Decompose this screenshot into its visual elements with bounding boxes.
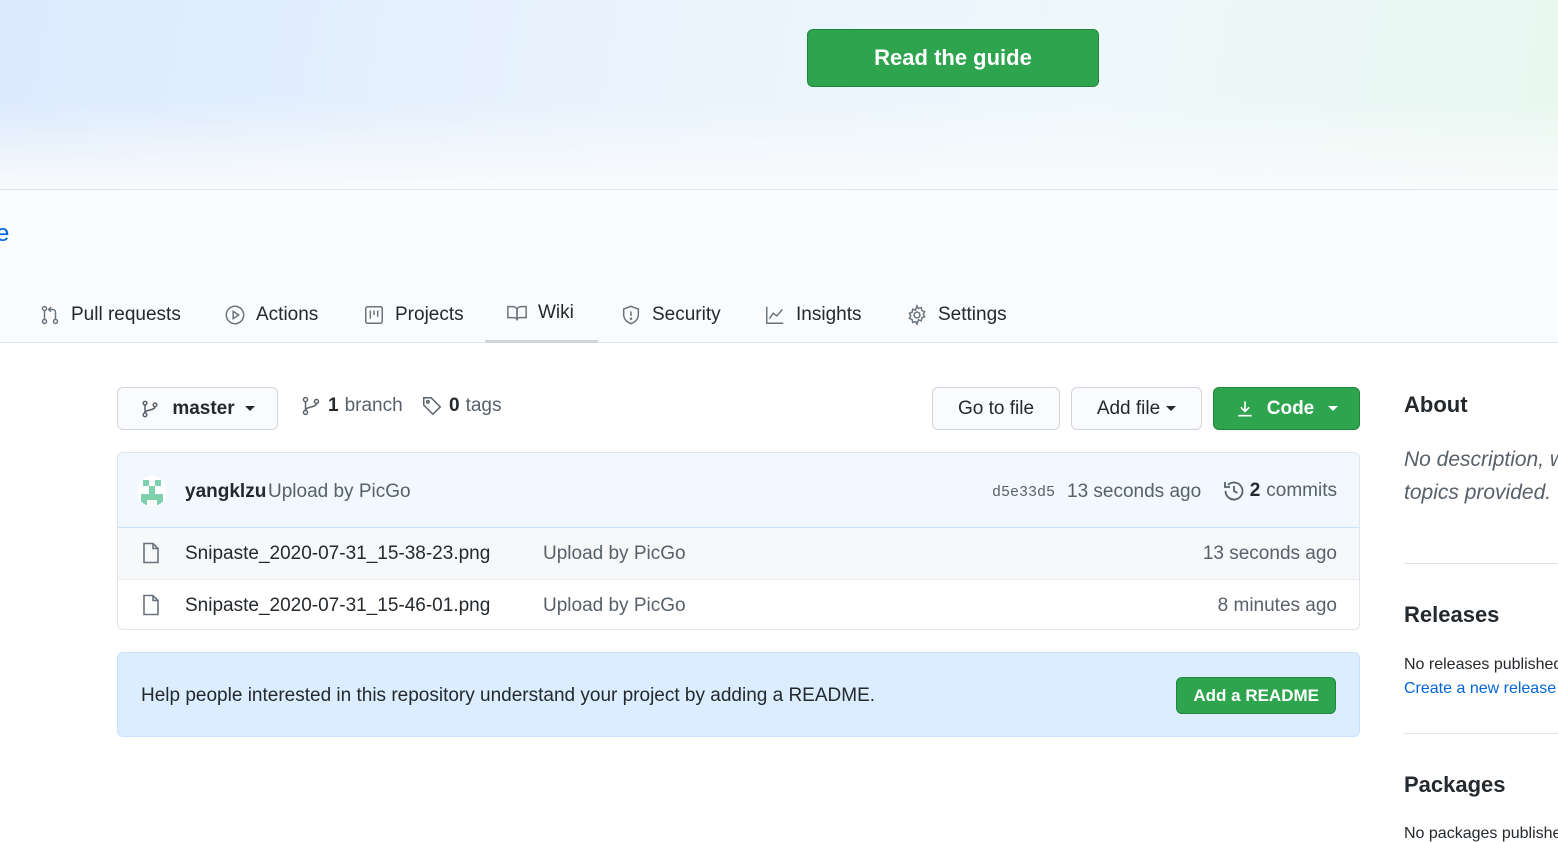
commit-time: 13 seconds ago bbox=[1067, 481, 1202, 502]
packages-empty-text: No packages published bbox=[1404, 825, 1558, 842]
file-commit-message-link[interactable]: Upload by PicGo bbox=[543, 543, 686, 565]
chevron-down-icon bbox=[1328, 406, 1339, 411]
git-branch-icon bbox=[302, 396, 320, 416]
gear-icon bbox=[908, 303, 926, 326]
divider bbox=[1404, 733, 1558, 734]
branches-link[interactable]: 1 branch bbox=[300, 395, 403, 417]
branch-name: master bbox=[172, 397, 235, 419]
table-row[interactable]: Snipaste_2020-07-31_15-46-01.png Upload … bbox=[118, 579, 1359, 629]
branch-label: branch bbox=[344, 395, 403, 416]
file-commit-time: 8 minutes ago bbox=[1217, 595, 1337, 616]
add-readme-button[interactable]: Add a README bbox=[1176, 677, 1336, 714]
branch-select-button[interactable]: master bbox=[117, 387, 278, 430]
tab-projects[interactable]: Projects bbox=[363, 286, 464, 343]
tab-security[interactable]: Security bbox=[620, 286, 721, 343]
download-icon bbox=[1238, 401, 1252, 416]
file-name-link[interactable]: Snipaste_2020-07-31_15-38-23.png bbox=[185, 543, 490, 565]
add-file-button[interactable]: Add file bbox=[1071, 387, 1202, 430]
chevron-down-icon bbox=[244, 406, 255, 411]
releases-empty-text: No releases published bbox=[1404, 656, 1558, 673]
graph-icon bbox=[766, 306, 784, 324]
tab-pull-requests[interactable]: Pull requests bbox=[39, 286, 181, 343]
readme-prompt-text: Help people interested in this repositor… bbox=[141, 685, 876, 706]
go-to-file-button[interactable]: Go to file bbox=[932, 387, 1060, 430]
tab-label: Insights bbox=[796, 303, 862, 325]
divider bbox=[1404, 563, 1558, 564]
shield-icon bbox=[622, 305, 640, 324]
tag-label: tags bbox=[465, 395, 502, 416]
latest-commit-row: yangklzu Upload by PicGo d5e33d5 13 seco… bbox=[118, 453, 1359, 528]
tab-actions[interactable]: Actions bbox=[224, 286, 318, 343]
about-description: No description, website, or topics provi… bbox=[1404, 448, 1558, 504]
branch-count: 1 bbox=[328, 395, 339, 416]
repo-sidebar: About No description, website, or topics… bbox=[1404, 0, 1558, 842]
about-heading: About bbox=[1404, 392, 1468, 417]
file-list: yangklzu Upload by PicGo d5e33d5 13 seco… bbox=[117, 452, 1360, 630]
commit-count: 2 bbox=[1249, 480, 1261, 501]
repo-header: e Pull requests Actions Projects Wiki Se… bbox=[0, 190, 1558, 343]
git-branch-icon bbox=[142, 400, 158, 417]
commit-label: commits bbox=[1266, 480, 1337, 501]
commit-sha-link[interactable]: d5e33d5 bbox=[992, 484, 1055, 501]
tab-wiki[interactable]: Wiki bbox=[485, 286, 598, 343]
avatar[interactable] bbox=[137, 476, 167, 506]
tag-count: 0 bbox=[449, 395, 460, 416]
project-icon bbox=[365, 305, 383, 324]
play-icon bbox=[225, 305, 245, 324]
history-icon bbox=[1223, 481, 1244, 501]
tab-label: Wiki bbox=[538, 302, 574, 323]
packages-heading[interactable]: Packages bbox=[1404, 772, 1506, 798]
book-icon bbox=[507, 305, 527, 321]
file-commit-message-link[interactable]: Upload by PicGo bbox=[543, 595, 686, 617]
tab-insights[interactable]: Insights bbox=[764, 286, 861, 343]
chevron-down-icon bbox=[1166, 406, 1177, 411]
commit-message-link[interactable]: Upload by PicGo bbox=[268, 481, 411, 503]
file-icon bbox=[143, 542, 159, 564]
create-release-link[interactable]: Create a new release bbox=[1404, 680, 1556, 698]
file-commit-time: 13 seconds ago bbox=[1202, 543, 1337, 564]
file-icon bbox=[143, 594, 159, 616]
code-button[interactable]: Code bbox=[1213, 387, 1360, 430]
tags-link[interactable]: 0 tags bbox=[421, 395, 502, 417]
repo-name-link[interactable]: e bbox=[0, 220, 9, 248]
releases-heading[interactable]: Releases bbox=[1404, 602, 1499, 628]
tab-label: Settings bbox=[938, 303, 1007, 325]
file-name-link[interactable]: Snipaste_2020-07-31_15-46-01.png bbox=[185, 595, 490, 617]
read-the-guide-button[interactable]: Read the guide bbox=[807, 29, 1099, 87]
tab-label: Pull requests bbox=[71, 303, 181, 325]
hero-banner: Read the guide bbox=[0, 0, 1558, 190]
tab-label: Projects bbox=[395, 303, 464, 325]
code-label: Code bbox=[1266, 397, 1315, 419]
commit-author-link[interactable]: yangklzu bbox=[185, 481, 266, 503]
table-row[interactable]: Snipaste_2020-07-31_15-38-23.png Upload … bbox=[118, 528, 1359, 579]
tag-icon bbox=[423, 397, 442, 416]
add-file-label: Add file bbox=[1096, 397, 1161, 419]
readme-prompt: Help people interested in this repositor… bbox=[117, 652, 1360, 737]
git-pull-request-icon bbox=[41, 305, 59, 324]
tab-label: Security bbox=[652, 303, 721, 325]
commits-history-link[interactable]: 2 commits bbox=[1222, 479, 1337, 503]
tab-settings[interactable]: Settings bbox=[906, 286, 1007, 343]
tab-label: Actions bbox=[256, 303, 319, 325]
